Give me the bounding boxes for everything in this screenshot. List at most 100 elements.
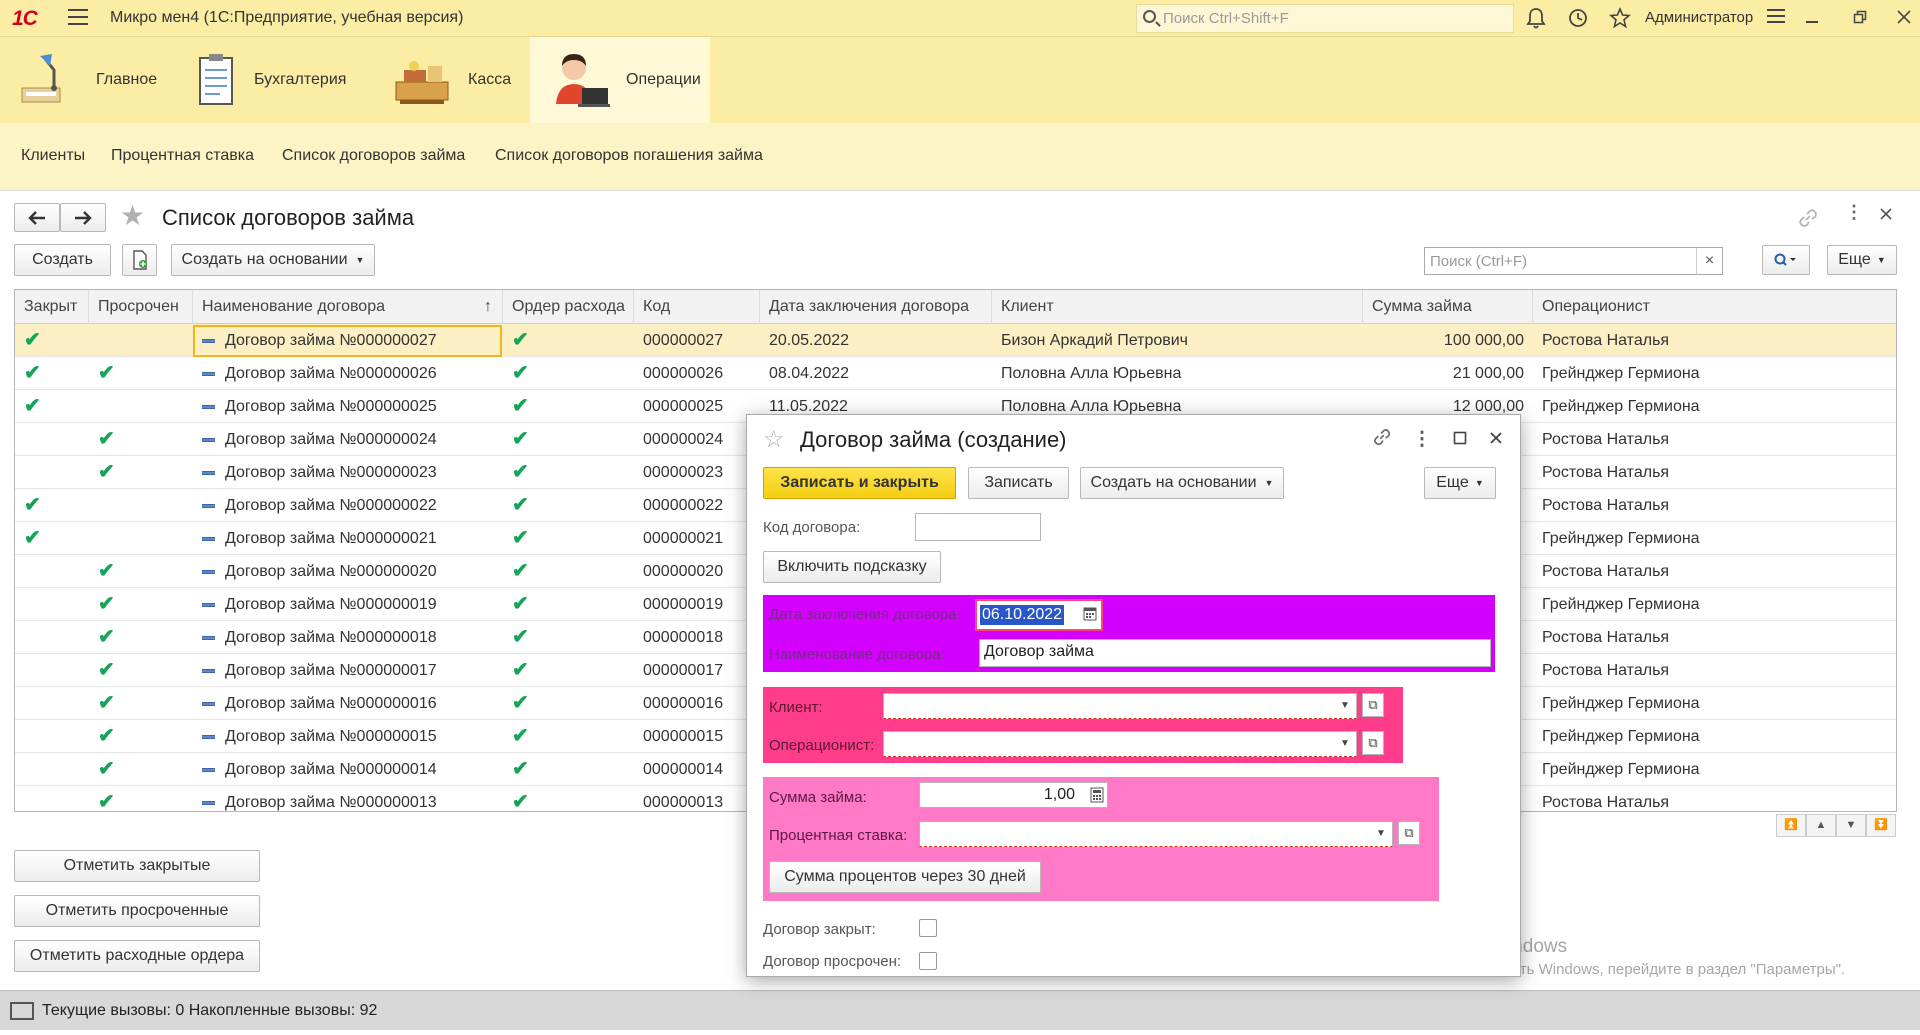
favorite-star-icon[interactable]: ☆ <box>763 425 785 454</box>
create-based-on-dropdown[interactable]: Создать на основании ▼ <box>171 244 375 276</box>
performance-monitor-icon[interactable] <box>10 1002 34 1020</box>
checkmark-icon: ✔ <box>512 725 529 747</box>
column-header-order[interactable]: Ордер расхода <box>503 290 634 324</box>
client-dropdown-icon[interactable]: ▼ <box>1334 694 1356 718</box>
checkmark-icon: ✔ <box>512 329 529 351</box>
search-button[interactable] <box>1762 245 1810 275</box>
nav-interest-rate[interactable]: Процентная ставка <box>111 147 254 165</box>
cell-closed: ✔ <box>15 357 89 390</box>
document-icon <box>202 503 215 508</box>
more-button[interactable]: Еще ▼ <box>1827 245 1897 275</box>
operator-dropdown-icon[interactable]: ▼ <box>1334 732 1356 756</box>
cell-overdue: ✔ <box>89 621 193 654</box>
nav-clients[interactable]: Клиенты <box>21 147 85 165</box>
scroll-top-button[interactable]: ⏫ <box>1776 814 1806 837</box>
back-button[interactable] <box>14 203 60 232</box>
overdue-checkbox[interactable] <box>919 952 937 970</box>
sum-input[interactable]: 1,00 <box>919 782 1108 808</box>
mark-overdue-button[interactable]: Отметить просроченные <box>14 895 260 927</box>
cell-sum: 100 000,00 <box>1443 332 1524 349</box>
global-search-input[interactable]: Поиск Ctrl+Shift+F <box>1136 4 1514 33</box>
interest-30-days-button[interactable]: Сумма процентов через 30 дней <box>769 861 1041 893</box>
client-input[interactable]: ▼ <box>883 693 1357 719</box>
cell-overdue <box>89 390 193 423</box>
rate-open-icon[interactable]: ⧉ <box>1398 821 1420 845</box>
settings-menu-icon[interactable] <box>1764 7 1788 31</box>
nav-loan-contracts[interactable]: Список договоров займа <box>282 147 465 165</box>
more-actions-icon[interactable]: ⋮ <box>1409 427 1435 453</box>
calendar-icon[interactable] <box>1083 606 1097 626</box>
save-and-close-button[interactable]: Записать и закрыть <box>763 467 956 499</box>
more-actions-icon[interactable]: ⋮ <box>1845 203 1863 221</box>
forward-button[interactable] <box>60 203 106 232</box>
section-operations[interactable]: Операции <box>530 37 710 123</box>
mark-expense-orders-button[interactable]: Отметить расходные ордера <box>14 940 260 972</box>
clear-search-icon[interactable]: × <box>1696 248 1722 274</box>
link-icon[interactable] <box>1369 427 1395 453</box>
checkmark-icon: ✔ <box>512 527 529 549</box>
section-accounting[interactable]: Бухгалтерия <box>192 37 346 123</box>
scroll-bottom-button[interactable]: ⏬ <box>1866 814 1896 837</box>
client-open-icon[interactable]: ⧉ <box>1362 693 1384 717</box>
column-header-code[interactable]: Код <box>634 290 760 324</box>
calculator-icon[interactable] <box>1090 787 1104 808</box>
column-header-name[interactable]: Наименование договора ↑ <box>193 290 503 324</box>
column-header-sum[interactable]: Сумма займа <box>1363 290 1533 324</box>
operator-icon <box>548 48 612 112</box>
mark-closed-button[interactable]: Отметить закрытые <box>14 850 260 882</box>
section-cash[interactable]: Касса <box>390 37 511 123</box>
rate-input[interactable]: ▼ <box>919 821 1393 847</box>
favorite-star-icon[interactable]: ★ <box>120 199 145 232</box>
nav-repayment-contracts[interactable]: Список договоров погашения займа <box>495 147 763 165</box>
column-header-overdue[interactable]: Просрочен <box>89 290 193 324</box>
operator-open-icon[interactable]: ⧉ <box>1362 731 1384 755</box>
create-based-on-dropdown[interactable]: Создать на основании ▼ <box>1080 467 1284 499</box>
user-name[interactable]: Администратор <box>1645 9 1753 26</box>
close-dialog-icon[interactable] <box>1483 427 1509 453</box>
section-main[interactable]: Главное <box>18 37 157 123</box>
checkmark-icon: ✔ <box>98 725 115 747</box>
rate-dropdown-icon[interactable]: ▼ <box>1370 822 1392 846</box>
scroll-down-button[interactable]: ▼ <box>1836 814 1866 837</box>
1c-logo[interactable]: 1С <box>12 7 38 31</box>
save-button[interactable]: Записать <box>968 467 1069 499</box>
history-icon[interactable] <box>1566 7 1590 31</box>
date-field[interactable]: 06.10.2022 <box>975 599 1103 631</box>
cell-overdue: ✔ <box>89 687 193 720</box>
cell-operator: Грейнджер Гермиона <box>1542 398 1700 415</box>
cell-overdue: ✔ <box>89 753 193 786</box>
document-icon <box>202 371 215 376</box>
minimize-icon[interactable] <box>1800 7 1824 31</box>
create-button[interactable]: Создать <box>14 244 111 276</box>
scroll-up-button[interactable]: ▲ <box>1806 814 1836 837</box>
restore-icon[interactable] <box>1848 7 1872 31</box>
column-header-operator[interactable]: Операционист <box>1533 290 1896 324</box>
favorites-star-icon[interactable] <box>1608 6 1632 31</box>
close-window-icon[interactable] <box>1892 7 1916 31</box>
code-input[interactable] <box>915 513 1041 541</box>
cell-operator: Ростова Наталья <box>1542 464 1670 481</box>
operator-input[interactable]: ▼ <box>883 731 1357 757</box>
checkmark-icon: ✔ <box>98 791 115 812</box>
close-form-icon[interactable] <box>1879 207 1893 226</box>
more-button[interactable]: Еще ▼ <box>1424 467 1496 499</box>
cell-closed <box>15 456 89 489</box>
cell-operator: Ростова Наталья <box>1542 431 1670 448</box>
checkmark-icon: ✔ <box>98 659 115 681</box>
enable-hint-button[interactable]: Включить подсказку <box>763 551 941 583</box>
contract-name-input[interactable]: Договор займа <box>979 639 1491 667</box>
closed-checkbox[interactable] <box>919 919 937 937</box>
link-icon[interactable] <box>1797 207 1819 234</box>
cell-order: ✔ <box>503 555 634 588</box>
cell-closed <box>15 621 89 654</box>
section-label: Главное <box>96 71 158 88</box>
main-menu-icon[interactable] <box>68 9 88 27</box>
copy-button[interactable] <box>122 244 157 276</box>
maximize-icon[interactable] <box>1447 427 1473 453</box>
column-header-closed[interactable]: Закрыт <box>15 290 89 324</box>
bell-icon[interactable] <box>1524 7 1548 31</box>
column-header-client[interactable]: Клиент <box>992 290 1363 324</box>
table-row[interactable]: ✔ ✔ Договор займа №000000026 ✔ 000000026 08.0… <box>15 357 1896 390</box>
list-search-input[interactable]: Поиск (Ctrl+F) × <box>1424 247 1723 275</box>
column-header-date[interactable]: Дата заключения договора <box>760 290 992 324</box>
